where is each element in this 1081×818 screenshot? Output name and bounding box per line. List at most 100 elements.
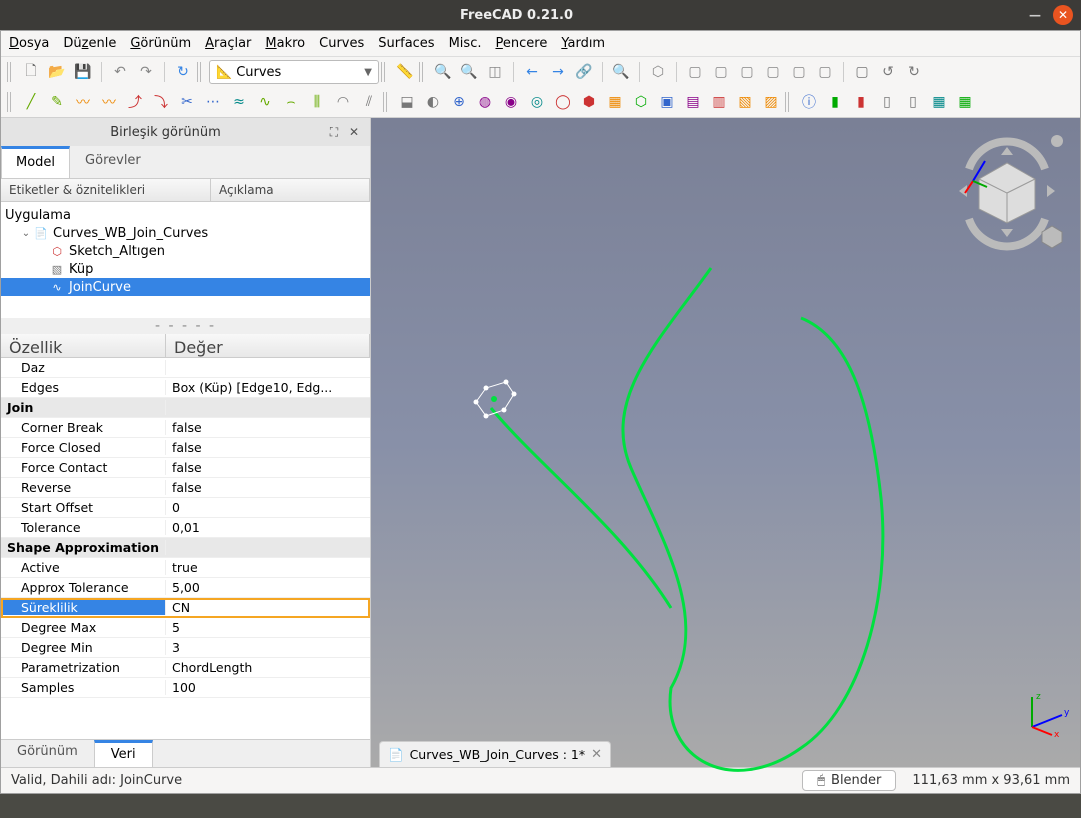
prop-row[interactable]: Tolerance0,01 bbox=[1, 518, 370, 538]
prop-col-value[interactable]: Değer bbox=[166, 334, 370, 357]
prop-row[interactable]: SüreklilikCN bbox=[1, 598, 370, 618]
custom-view-button[interactable]: ▢ bbox=[850, 60, 874, 84]
tree-item-joincurve[interactable]: ∿ JoinCurve bbox=[1, 278, 370, 296]
tab-tasks[interactable]: Görevler bbox=[70, 146, 156, 178]
close-tab-icon[interactable]: ✕ bbox=[591, 747, 602, 762]
prop-value[interactable]: Box (Küp) [Edge10, Edg... bbox=[166, 380, 370, 395]
interpolate-button[interactable]: ∿ bbox=[253, 90, 277, 114]
adjacent-faces-button[interactable]: ▦ bbox=[927, 90, 951, 114]
menu-windows[interactable]: Pencere bbox=[495, 36, 547, 51]
rotate-left-button[interactable]: ↺ bbox=[876, 60, 900, 84]
close-panel-icon[interactable]: ✕ bbox=[346, 124, 362, 140]
nav-back-button[interactable]: ← bbox=[520, 60, 544, 84]
prop-row[interactable]: Degree Max5 bbox=[1, 618, 370, 638]
menu-tools[interactable]: Araçlar bbox=[205, 36, 251, 51]
prop-value[interactable]: false bbox=[166, 420, 370, 435]
fit-selection-button[interactable]: 🔍 bbox=[457, 60, 481, 84]
prop-row[interactable]: Activetrue bbox=[1, 558, 370, 578]
menu-misc[interactable]: Misc. bbox=[449, 36, 482, 51]
measure-button[interactable]: 📏 bbox=[393, 60, 417, 84]
blend-surface-button[interactable]: ▥ bbox=[707, 90, 731, 114]
menu-file[interactable]: Dosya bbox=[9, 36, 49, 51]
prop-row[interactable]: Force Contactfalse bbox=[1, 458, 370, 478]
document-tab[interactable]: 📄 Curves_WB_Join_Curves : 1* ✕ bbox=[379, 741, 611, 767]
document-tree[interactable]: Uygulama ⌄ 📄 Curves_WB_Join_Curves ⬡ Ske… bbox=[1, 202, 370, 318]
3d-viewport[interactable]: z y x 📄 Curves_WB_Join_Curves : 1* ✕ bbox=[371, 118, 1080, 767]
prop-row[interactable]: EdgesBox (Küp) [Edge10, Edg... bbox=[1, 378, 370, 398]
left-view-button[interactable]: ▢ bbox=[813, 60, 837, 84]
tab-view[interactable]: Görünüm bbox=[1, 740, 94, 767]
right-view-button[interactable]: ▢ bbox=[735, 60, 759, 84]
menu-edit[interactable]: Düzenle bbox=[63, 36, 116, 51]
menu-surfaces[interactable]: Surfaces bbox=[378, 36, 434, 51]
toolbar-handle[interactable] bbox=[381, 62, 387, 82]
multiLoft-button[interactable]: ▤ bbox=[681, 90, 705, 114]
nav-forward-button[interactable]: → bbox=[546, 60, 570, 84]
trim-face-button[interactable]: ◐ bbox=[421, 90, 445, 114]
segment-surface-button[interactable]: ▦ bbox=[603, 90, 627, 114]
blend-curve-button[interactable]: ⌢ bbox=[279, 90, 303, 114]
paste-svg-button[interactable]: ▯ bbox=[875, 90, 899, 114]
prop-value[interactable]: ChordLength bbox=[166, 660, 370, 675]
approximate-button[interactable]: ≈ bbox=[227, 90, 251, 114]
iso-view-button[interactable]: ⬡ bbox=[646, 60, 670, 84]
close-window-button[interactable]: ✕ bbox=[1053, 5, 1073, 25]
prop-value[interactable]: false bbox=[166, 480, 370, 495]
prop-value[interactable]: CN bbox=[166, 600, 370, 615]
prop-value[interactable]: 0,01 bbox=[166, 520, 370, 535]
extend-curve-button[interactable]: ⤴ bbox=[123, 90, 147, 114]
discretize-button[interactable]: ⋯ bbox=[201, 90, 225, 114]
flatten-face-button[interactable]: ▧ bbox=[733, 90, 757, 114]
save-file-button[interactable]: 💾 bbox=[71, 60, 95, 84]
top-view-button[interactable]: ▢ bbox=[709, 60, 733, 84]
tab-data[interactable]: Veri bbox=[94, 740, 153, 767]
property-panel[interactable]: DazEdgesBox (Küp) [Edge10, Edg...JoinCor… bbox=[1, 358, 370, 739]
undo-button[interactable]: ↶ bbox=[108, 60, 132, 84]
toolbar-handle[interactable] bbox=[7, 62, 13, 82]
minimize-button[interactable]: — bbox=[1025, 5, 1045, 25]
tab-model[interactable]: Model bbox=[1, 146, 70, 178]
tree-document[interactable]: ⌄ 📄 Curves_WB_Join_Curves bbox=[1, 224, 370, 242]
zebra-tool-button[interactable]: ⬓ bbox=[395, 90, 419, 114]
prop-value[interactable]: 3 bbox=[166, 640, 370, 655]
freehand-button[interactable]: 〰 bbox=[71, 90, 95, 114]
prop-row[interactable]: Force Closedfalse bbox=[1, 438, 370, 458]
solid-button[interactable]: ▮ bbox=[849, 90, 873, 114]
menu-help[interactable]: Yardım bbox=[561, 36, 605, 51]
pipeshell-button[interactable]: ◯ bbox=[551, 90, 575, 114]
comb-plot-button[interactable]: ⫼ bbox=[305, 90, 329, 114]
toolbar-handle[interactable] bbox=[419, 62, 425, 82]
bottom-view-button[interactable]: ▢ bbox=[787, 60, 811, 84]
prop-row[interactable]: Reversefalse bbox=[1, 478, 370, 498]
rear-view-button[interactable]: ▢ bbox=[761, 60, 785, 84]
prop-row[interactable]: Degree Min3 bbox=[1, 638, 370, 658]
open-file-button[interactable]: 📂 bbox=[45, 60, 69, 84]
expand-icon[interactable]: ⛶ bbox=[326, 124, 342, 140]
tree-item-sketch[interactable]: ⬡ Sketch_Altıgen bbox=[1, 242, 370, 260]
bspline-to-console-button[interactable]: ▦ bbox=[953, 90, 977, 114]
redo-button[interactable]: ↷ bbox=[134, 60, 158, 84]
link-button[interactable]: 🔗 bbox=[572, 60, 596, 84]
menu-view[interactable]: Görünüm bbox=[130, 36, 191, 51]
tree-col-desc[interactable]: Açıklama bbox=[211, 179, 370, 201]
menu-macro[interactable]: Makro bbox=[265, 36, 305, 51]
navigation-cube[interactable] bbox=[942, 126, 1072, 256]
prop-row[interactable]: Daz bbox=[1, 358, 370, 378]
sketch-on-surface-button[interactable]: ◍ bbox=[473, 90, 497, 114]
curve-on-surface-button[interactable]: ◠ bbox=[331, 90, 355, 114]
rotation-sweep-button[interactable]: ▨ bbox=[759, 90, 783, 114]
fit-all-button[interactable]: 🔍 bbox=[431, 60, 455, 84]
draw-style-button[interactable]: ◫ bbox=[483, 60, 507, 84]
prop-group[interactable]: Join bbox=[1, 398, 370, 418]
tree-item-cube[interactable]: ▧ Küp bbox=[1, 260, 370, 278]
sweep-profile-button[interactable]: ◉ bbox=[499, 90, 523, 114]
reflect-button[interactable]: ▣ bbox=[655, 90, 679, 114]
tree-root[interactable]: Uygulama bbox=[1, 206, 370, 224]
new-file-button[interactable]: 🗋 bbox=[19, 60, 43, 84]
iso-curve-button[interactable]: ⊕ bbox=[447, 90, 471, 114]
split-curve-button[interactable]: ✂ bbox=[175, 90, 199, 114]
refresh-button[interactable]: ↻ bbox=[171, 60, 195, 84]
prop-value[interactable]: 5 bbox=[166, 620, 370, 635]
profile-support-button[interactable]: ◎ bbox=[525, 90, 549, 114]
prop-value[interactable]: 0 bbox=[166, 500, 370, 515]
